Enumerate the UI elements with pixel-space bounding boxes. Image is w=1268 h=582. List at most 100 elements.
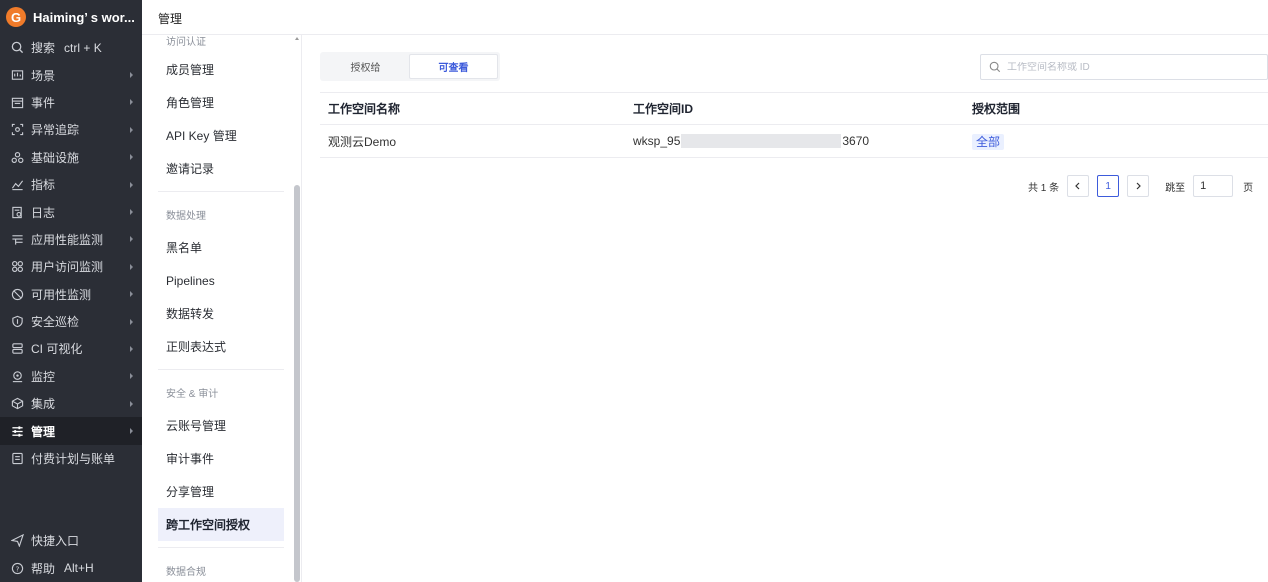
scroll-up-icon[interactable] (295, 37, 299, 40)
sidebar-item-log[interactable]: 日志 (0, 198, 142, 225)
chevron-right-icon (130, 318, 133, 325)
chevron-right-icon (130, 236, 133, 243)
submenu-item-api-key[interactable]: API Key 管理 (142, 119, 301, 152)
chevron-right-icon (130, 126, 133, 133)
submenu-divider (158, 191, 284, 192)
search-icon (10, 41, 24, 55)
pagination: 共 1 条 1 跳至 1 页 (1028, 175, 1253, 197)
workspace-id-prefix: wksp_95 (633, 133, 681, 148)
submenu-item-roles[interactable]: 角色管理 (142, 86, 301, 119)
sidebar-item-ci[interactable]: CI 可视化 (0, 335, 142, 362)
page-button-current[interactable]: 1 (1097, 175, 1120, 197)
tab-granted-to[interactable]: 授权给 (322, 54, 409, 79)
help-shortcut: Alt+H (64, 561, 94, 576)
submenu-item-forwarding[interactable]: 数据转发 (142, 297, 301, 330)
chevron-right-icon (1136, 182, 1141, 190)
log-icon (10, 205, 24, 219)
submenu-item-blacklist[interactable]: 黑名单 (142, 231, 301, 264)
top-header: 管理 (142, 0, 1268, 35)
main-content: 授权给 可查看 工作空间名称 工作空间ID 授权范围 观测云Demo wksp_… (303, 36, 1268, 582)
goto-label: 跳至 (1165, 182, 1186, 194)
submenu-scrollbar[interactable] (293, 35, 301, 582)
sidebar-item-label: 指标 (31, 178, 56, 193)
search-shortcut: ctrl + K (64, 40, 102, 55)
submenu-item-sharing[interactable]: 分享管理 (142, 475, 301, 508)
chevron-right-icon (130, 345, 133, 352)
svg-text:?: ? (15, 564, 19, 573)
submenu-item-regex[interactable]: 正则表达式 (142, 330, 301, 363)
submenu-group-compliance: 数据合规 (166, 567, 206, 578)
chevron-right-icon (130, 99, 133, 106)
search-icon (989, 61, 1001, 73)
page-unit: 页 (1243, 182, 1254, 194)
submenu-divider (158, 547, 284, 548)
redacted-mask (681, 134, 842, 149)
sidebar-item-label: 日志 (31, 205, 56, 220)
submenu-group-data: 数据处理 (166, 211, 206, 222)
sidebar-item-dashboard[interactable]: 场景 (0, 61, 142, 88)
goto-page-input[interactable]: 1 (1193, 175, 1234, 197)
sidebar-item-metrics[interactable]: 指标 (0, 171, 142, 198)
settings-sliders-icon (10, 424, 24, 438)
submenu-item-cross-workspace-auth[interactable]: 跨工作空间授权 (158, 508, 284, 541)
sidebar-item-availability[interactable]: 可用性监测 (0, 281, 142, 308)
submenu-item-invites[interactable]: 邀请记录 (142, 152, 301, 185)
metrics-icon (10, 178, 24, 192)
sidebar-search-label: 搜索 (31, 41, 56, 56)
sidebar-item-label: 用户访问监测 (31, 260, 104, 275)
shortcut-entry[interactable]: 快捷入口 (0, 527, 142, 554)
sidebar-item-monitor[interactable]: 监控 (0, 363, 142, 390)
sidebar-item-label: 管理 (31, 424, 56, 439)
chevron-right-icon (130, 154, 133, 161)
sidebar-item-calendar[interactable]: 事件 (0, 89, 142, 116)
workspace-switcher[interactable]: G Haiming’ s wor... (0, 0, 142, 34)
submenu-item-cloud-accounts[interactable]: 云账号管理 (142, 409, 301, 442)
chevron-right-icon (130, 428, 133, 435)
scope-tag: 全部 (972, 133, 1005, 150)
chevron-right-icon (130, 209, 133, 216)
help-label: 帮助 (31, 561, 56, 576)
scrollbar-thumb[interactable] (294, 185, 300, 582)
brand-logo-icon: G (6, 7, 26, 27)
sidebar-item-shield[interactable]: 安全巡检 (0, 308, 142, 335)
submenu-group-access: 访问认证 (166, 37, 206, 48)
sidebar-item-settings-sliders[interactable]: 管理 (0, 417, 142, 445)
workspace-search[interactable] (980, 54, 1268, 80)
monitor-icon (10, 369, 24, 383)
chevron-right-icon (130, 373, 133, 380)
sidebar-item-rum[interactable]: 用户访问监测 (0, 253, 142, 280)
shortcut-entry-label: 快捷入口 (31, 534, 80, 549)
workspace-name: Haiming’ s wor... (33, 9, 135, 25)
prev-page-button[interactable] (1067, 175, 1090, 197)
sidebar-item-label: 监控 (31, 369, 56, 384)
workspace-id-cell: wksp_95 3670 (633, 134, 869, 149)
ci-icon (10, 342, 24, 356)
column-header-scope: 授权范围 (972, 102, 1021, 116)
sidebar-item-target[interactable]: 异常追踪 (0, 116, 142, 143)
sidebar-item-label: 安全巡检 (31, 315, 80, 330)
submenu-item-members[interactable]: 成员管理 (142, 53, 301, 86)
management-submenu: 访问认证 成员管理 角色管理 API Key 管理 邀请记录 数据处理 黑名单 … (142, 35, 302, 582)
submenu-item-audit-events[interactable]: 审计事件 (142, 442, 301, 475)
sidebar-search[interactable]: 搜索 ctrl + K (0, 34, 142, 61)
sidebar-item-cluster[interactable]: 基础设施 (0, 144, 142, 171)
sidebar-item-apm[interactable]: 应用性能监测 (0, 226, 142, 253)
submenu-divider (158, 369, 284, 370)
sidebar-item-label: CI 可视化 (31, 342, 83, 357)
shield-icon (10, 315, 24, 329)
chevron-left-icon (1075, 182, 1080, 190)
search-input[interactable] (1007, 61, 1247, 73)
send-icon (10, 534, 24, 548)
sidebar-item-label: 付费计划与账单 (31, 452, 116, 467)
availability-icon (10, 287, 24, 301)
tab-viewable[interactable]: 可查看 (409, 54, 498, 79)
sidebar-item-billing[interactable]: 付费计划与账单 (0, 445, 142, 472)
chevron-right-icon (130, 72, 133, 79)
sidebar-item-label: 集成 (31, 397, 56, 412)
help-entry[interactable]: ? 帮助 Alt+H (0, 555, 142, 582)
submenu-item-pipelines[interactable]: Pipelines (142, 264, 301, 297)
next-page-button[interactable] (1127, 175, 1150, 197)
table-row[interactable]: 观测云Demo wksp_95 3670 全部 (320, 125, 1268, 158)
sidebar-item-integration[interactable]: 集成 (0, 390, 142, 417)
table-header: 工作空间名称 工作空间ID 授权范围 (320, 92, 1268, 125)
